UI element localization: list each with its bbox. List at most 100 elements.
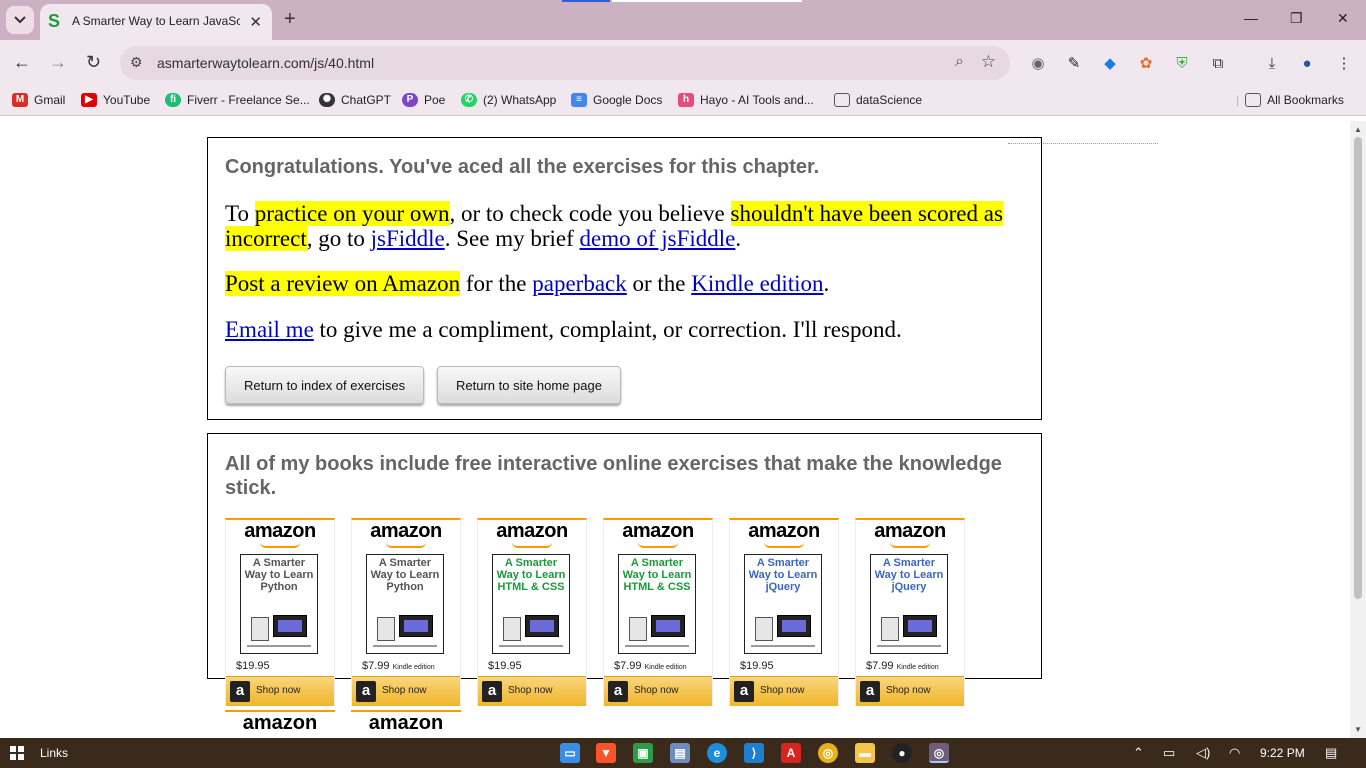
amazon-card-partial[interactable]: amazon <box>351 710 461 738</box>
tab-search-button[interactable] <box>6 6 34 34</box>
active-tab[interactable]: S A Smarter Way to Learn JavaScript ✕ <box>40 4 272 40</box>
amazon-book-card[interactable]: amazon A Smarter Way to Learn HTML & CSS $… <box>603 518 713 706</box>
windows-start-icon[interactable] <box>10 746 24 760</box>
chrome-active-icon[interactable]: ◎ <box>929 743 949 763</box>
bookmark-label: dataScience <box>856 93 923 107</box>
amazon-book-card[interactable]: amazon A Smarter Way to Learn Python $19.9… <box>225 518 335 706</box>
shop-now-label: Shop now <box>760 685 805 696</box>
pdf-reader-icon[interactable]: A <box>781 743 801 763</box>
bookmark-poe[interactable]: P Poe <box>402 93 445 107</box>
site-info-icon[interactable]: ⚙ <box>130 54 143 71</box>
shield-icon[interactable]: ⛨ <box>1172 53 1192 73</box>
bookmark-google-docs[interactable]: ≡ Google Docs <box>571 93 662 107</box>
price-value: $19.95 <box>740 660 774 672</box>
bookmark-chatgpt[interactable]: ✺ ChatGPT <box>319 93 391 107</box>
zoom-icon[interactable]: ⌕ <box>955 53 964 71</box>
text: or the <box>626 271 692 296</box>
camera-icon[interactable]: ◉ <box>1028 53 1048 73</box>
notepad-icon[interactable]: ▤ <box>670 743 690 763</box>
shop-now-button[interactable]: a Shop now <box>478 676 586 706</box>
eyedropper-icon[interactable]: ✎ <box>1064 53 1084 73</box>
return-to-home-button[interactable]: Return to site home page <box>437 366 621 404</box>
email-me-link[interactable]: Email me <box>225 317 314 342</box>
download-icon[interactable]: ⤓ <box>1262 53 1282 73</box>
amazon-a-icon: a <box>356 681 376 702</box>
price-value: $19.95 <box>236 660 270 672</box>
shop-now-button[interactable]: a Shop now <box>352 676 460 706</box>
edge-icon[interactable]: e <box>707 743 727 763</box>
amazon-a-icon: a <box>608 681 628 702</box>
paperback-link[interactable]: paperback <box>532 271 627 296</box>
github-icon[interactable]: ● <box>892 743 912 763</box>
all-bookmarks[interactable]: | All Bookmarks <box>1236 93 1344 107</box>
file-explorer-icon[interactable]: ▬ <box>855 743 875 763</box>
brave-icon[interactable]: ▼ <box>596 743 616 763</box>
desktop-app-icon[interactable]: ▭ <box>560 743 580 763</box>
tab-close-icon[interactable]: ✕ <box>249 13 262 31</box>
restore-button[interactable]: ❐ <box>1290 10 1303 27</box>
scroll-up-arrow-icon[interactable]: ▲ <box>1354 125 1362 134</box>
extension-orange-icon[interactable]: ✿ <box>1136 53 1156 73</box>
profile-avatar-icon[interactable]: ● <box>1297 53 1317 73</box>
minimize-button[interactable]: — <box>1244 10 1258 26</box>
shop-now-label: Shop now <box>508 685 553 696</box>
bookmark-star-icon[interactable]: ☆ <box>981 52 996 72</box>
tray-chevron-up-icon[interactable]: ⌃ <box>1133 745 1144 761</box>
amazon-card-partial[interactable]: amazon <box>225 710 335 738</box>
extension-blue-icon[interactable]: ◆ <box>1100 53 1120 73</box>
text: To <box>225 201 255 226</box>
bookmark-youtube[interactable]: ▶ YouTube <box>81 93 150 107</box>
volume-icon[interactable]: ◁) <box>1196 745 1210 761</box>
notifications-icon[interactable]: ▤ <box>1325 745 1337 761</box>
book-price: $7.99 Kindle edition <box>866 660 939 672</box>
image-viewer-icon[interactable]: ▣ <box>633 743 653 763</box>
demo-jsfiddle-link[interactable]: demo of jsFiddle <box>580 226 736 251</box>
page-scrollbar[interactable]: ▲ ▼ <box>1350 121 1366 738</box>
chrome-icon[interactable]: ◎ <box>818 743 838 763</box>
new-tab-button[interactable]: + <box>284 8 296 31</box>
bookmark-hayo[interactable]: h Hayo - AI Tools and... <box>678 93 814 107</box>
amazon-book-card[interactable]: amazon A Smarter Way to Learn jQuery $19.9… <box>729 518 839 706</box>
amazon-a-icon: a <box>860 681 880 702</box>
amazon-smile-icon <box>764 542 804 548</box>
scroll-down-arrow-icon[interactable]: ▼ <box>1354 725 1362 734</box>
jsfiddle-link[interactable]: jsFiddle <box>371 226 445 251</box>
links-toolbar[interactable]: Links <box>40 746 68 760</box>
folder-icon <box>1245 93 1262 107</box>
battery-icon[interactable]: ▭ <box>1163 745 1175 761</box>
shop-now-button[interactable]: a Shop now <box>226 676 334 706</box>
bookmark-gmail[interactable]: M Gmail <box>12 93 65 107</box>
back-arrow-icon[interactable]: ← <box>13 52 31 73</box>
menu-kebab-icon[interactable]: ⋮ <box>1334 53 1354 73</box>
book-cover: A Smarter Way to Learn Python <box>366 554 444 654</box>
text: , or to check code you believe <box>449 201 731 226</box>
wifi-icon[interactable]: ◠ <box>1229 745 1240 761</box>
bookmark-whatsapp[interactable]: ✆ (2) WhatsApp <box>461 93 556 107</box>
extensions-puzzle-icon[interactable]: ⧉ <box>1208 53 1228 73</box>
amazon-book-card[interactable]: amazon A Smarter Way to Learn HTML & CSS $… <box>477 518 587 706</box>
shop-now-button[interactable]: a Shop now <box>730 676 838 706</box>
tablet-illustration <box>503 617 521 641</box>
shop-now-label: Shop now <box>634 685 679 696</box>
google-docs-icon: ≡ <box>571 93 587 107</box>
forward-arrow-icon[interactable]: → <box>49 52 67 73</box>
reload-icon[interactable]: ↻ <box>86 52 101 73</box>
bookmark-fiverr[interactable]: fi Fiverr - Freelance Se... <box>165 93 310 107</box>
book-title: A Smarter Way to Learn Python <box>370 557 440 593</box>
kindle-edition-link[interactable]: Kindle edition <box>691 271 823 296</box>
bookmark-datascience[interactable]: dataScience <box>834 93 922 107</box>
url-text[interactable]: asmarterwaytolearn.com/js/40.html <box>157 55 374 71</box>
shop-now-button[interactable]: a Shop now <box>604 676 712 706</box>
close-window-button[interactable]: ✕ <box>1337 10 1349 27</box>
clock-time[interactable]: 9:22 PM <box>1260 746 1305 760</box>
vscode-icon[interactable]: ⟩ <box>744 743 764 763</box>
return-to-index-button[interactable]: Return to index of exercises <box>225 366 425 404</box>
amazon-smile-icon <box>260 542 300 548</box>
address-bar[interactable]: ⚙ asmarterwaytolearn.com/js/40.html ⌕ ☆ <box>120 46 1010 80</box>
amazon-book-card[interactable]: amazon A Smarter Way to Learn jQuery $7.99… <box>855 518 965 706</box>
amazon-book-card[interactable]: amazon A Smarter Way to Learn Python $7.99… <box>351 518 461 706</box>
amazon-logo: amazon <box>244 520 316 542</box>
amazon-smile-icon <box>386 542 426 548</box>
shop-now-button[interactable]: a Shop now <box>856 676 964 706</box>
scrollbar-thumb[interactable] <box>1354 137 1362 599</box>
